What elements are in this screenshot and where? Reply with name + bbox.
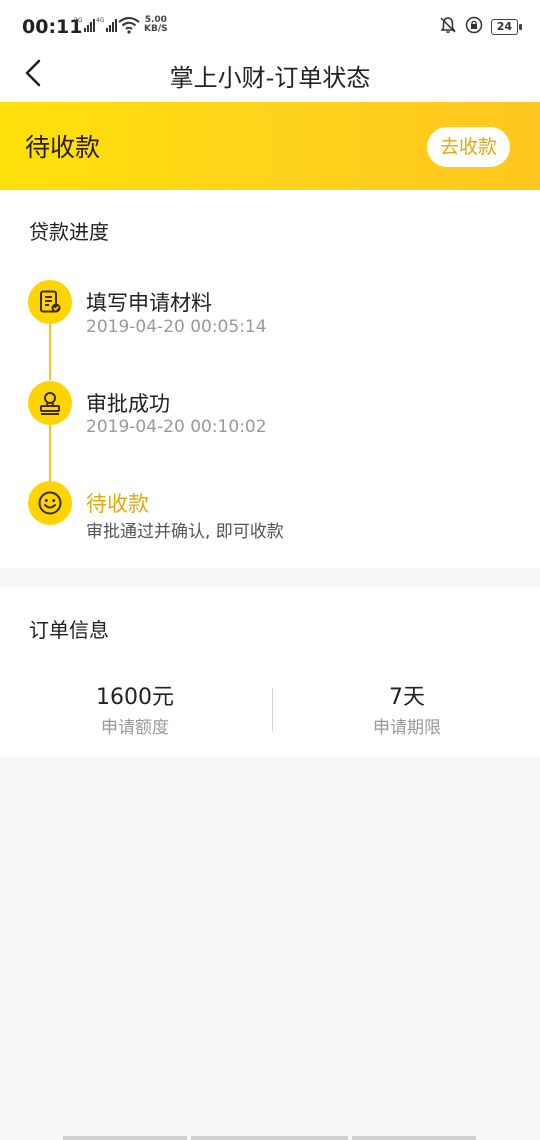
timeline-connector	[49, 422, 51, 482]
banner-status: 待收款	[25, 133, 101, 162]
order-info-card: 订单信息 1600元 申请额度 7天 申请期限	[0, 587, 540, 757]
step-icon-circle	[28, 481, 72, 525]
network-speed: 5.00 KB/S	[144, 16, 168, 34]
signal-icon-2: 4G	[96, 16, 118, 37]
step-icon-circle	[28, 381, 72, 425]
step-title: 审批成功	[86, 392, 170, 416]
smile-icon	[38, 491, 62, 515]
lock-rotation-icon	[465, 16, 483, 38]
step-time: 2019-04-20 00:05:14	[86, 317, 267, 337]
wifi-icon	[118, 16, 140, 38]
order-section-title: 订单信息	[29, 618, 109, 642]
step-time: 2019-04-20 00:10:02	[86, 417, 267, 437]
svg-text:2G: 2G	[74, 17, 83, 24]
gesture-bar	[352, 1136, 476, 1140]
progress-section-title: 贷款进度	[29, 220, 109, 244]
document-check-icon	[40, 290, 61, 313]
gesture-bar	[191, 1136, 348, 1140]
gesture-bar	[63, 1136, 187, 1140]
term-block: 7天 申请期限	[272, 685, 540, 738]
stamp-icon	[40, 392, 60, 415]
svg-text:4G: 4G	[96, 17, 105, 24]
loan-progress-card: 贷款进度 填写申请材料 2019-04-20 00:05:14 审批成功 201…	[0, 190, 540, 568]
step-title: 待收款	[86, 492, 149, 516]
amount-value: 1600元	[96, 685, 174, 710]
timeline-connector	[49, 320, 51, 380]
page-title: 掌上小财-订单状态	[169, 64, 371, 92]
status-banner: 待收款 去收款	[0, 102, 540, 190]
status-right: 24	[439, 16, 523, 38]
nav-bar: 掌上小财-订单状态	[0, 54, 540, 102]
battery-icon: 24	[490, 19, 523, 35]
collect-button[interactable]: 去收款	[427, 127, 510, 167]
amount-block: 1600元 申请额度	[0, 685, 270, 738]
term-value: 7天	[389, 685, 425, 710]
step-icon-circle	[28, 280, 72, 324]
step-description: 审批通过并确认, 即可收款	[86, 522, 284, 542]
signal-icon: 2G	[74, 16, 96, 37]
step-title: 填写申请材料	[86, 291, 212, 315]
status-bar: 00:11 2G 4G 5.00 KB/S 24	[0, 0, 540, 54]
term-label: 申请期限	[373, 718, 441, 738]
speed-unit: KB/S	[144, 24, 168, 34]
bell-mute-icon	[439, 16, 457, 38]
amount-label: 申请额度	[101, 718, 169, 738]
